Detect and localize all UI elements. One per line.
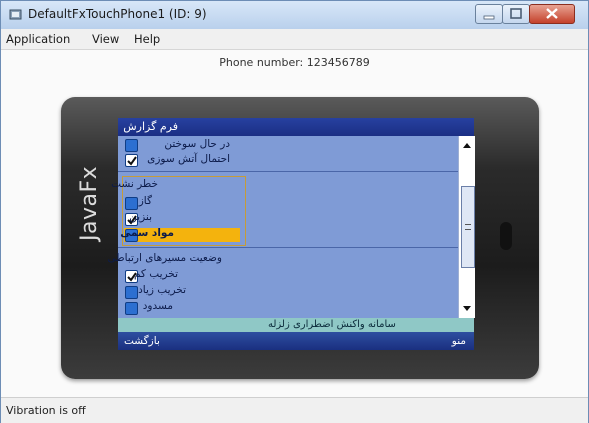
divider: [118, 171, 458, 172]
maximize-button[interactable]: [502, 4, 530, 24]
ticker-bar: سامانه واکنش اضطراری زلزله: [118, 318, 474, 332]
scrollbar-thumb[interactable]: [461, 186, 475, 268]
list-item-label: بنزین: [129, 211, 152, 223]
list-item-label: در حال سوختن: [164, 138, 230, 150]
group-heading: خطر نشت: [111, 178, 158, 190]
softkey-bar: بازگشت منو: [118, 332, 474, 350]
phone-side-button[interactable]: [500, 222, 512, 250]
list-item-label: تخریب زیاد: [138, 284, 186, 296]
menu-help[interactable]: Help: [134, 32, 160, 46]
softkey-back[interactable]: بازگشت: [124, 335, 160, 347]
phone-brand-logo: JavaFx: [77, 165, 102, 241]
scroll-down-icon[interactable]: [461, 302, 473, 314]
form-title: فرم گزارش: [123, 120, 178, 133]
maximize-icon: [510, 8, 522, 19]
menu-bar: Application View Help: [1, 29, 588, 50]
phone-number-label: Phone number: 123456789: [219, 56, 370, 69]
close-button[interactable]: [529, 4, 575, 24]
minimize-button[interactable]: [475, 4, 503, 24]
checkmark-icon: [127, 156, 137, 166]
list-item-label: مواد سمی: [120, 227, 174, 239]
close-icon: [546, 8, 558, 19]
list-item-label: مسدود: [142, 300, 173, 312]
minimize-icon: [483, 15, 495, 20]
scroll-up-icon[interactable]: [461, 140, 473, 152]
group-heading: وضعیت مسیرهای ارتباطی: [107, 252, 222, 264]
divider: [118, 247, 458, 248]
checkbox-burning[interactable]: [125, 139, 138, 152]
checkbox-gas[interactable]: [125, 197, 138, 210]
grip-icon: [465, 224, 471, 230]
softkey-menu[interactable]: منو: [452, 335, 466, 347]
list-item-label: گاز: [138, 195, 152, 207]
form-list: در حال سوختن احتمال آتش سوزی خطر نشت گاز…: [107, 136, 458, 318]
phone-screen: فرم گزارش در حال سوختن احتمال آتش سوزی خ…: [107, 118, 475, 350]
window-title: DefaultFxTouchPhone1 (ID: 9): [28, 7, 207, 21]
ticker-text: سامانه واکنش اضطراری زلزله: [268, 319, 396, 330]
vibration-status: Vibration is off: [6, 404, 86, 417]
checkbox-fire-risk[interactable]: [125, 154, 138, 167]
checkbox-high-damage[interactable]: [125, 286, 138, 299]
app-icon: [9, 9, 22, 20]
list-item-label: تخریب کم: [133, 268, 178, 280]
app-window: DefaultFxTouchPhone1 (ID: 9) Application…: [0, 0, 589, 423]
form-title-bar: فرم گزارش: [118, 118, 474, 136]
menu-view[interactable]: View: [92, 32, 119, 46]
menu-application[interactable]: Application: [6, 32, 70, 46]
title-bar[interactable]: DefaultFxTouchPhone1 (ID: 9): [1, 1, 588, 29]
list-item-label: احتمال آتش سوزی: [147, 153, 230, 165]
checkbox-blocked[interactable]: [125, 302, 138, 315]
list-scrollbar[interactable]: [458, 136, 475, 318]
status-bar: Vibration is off: [1, 397, 588, 423]
